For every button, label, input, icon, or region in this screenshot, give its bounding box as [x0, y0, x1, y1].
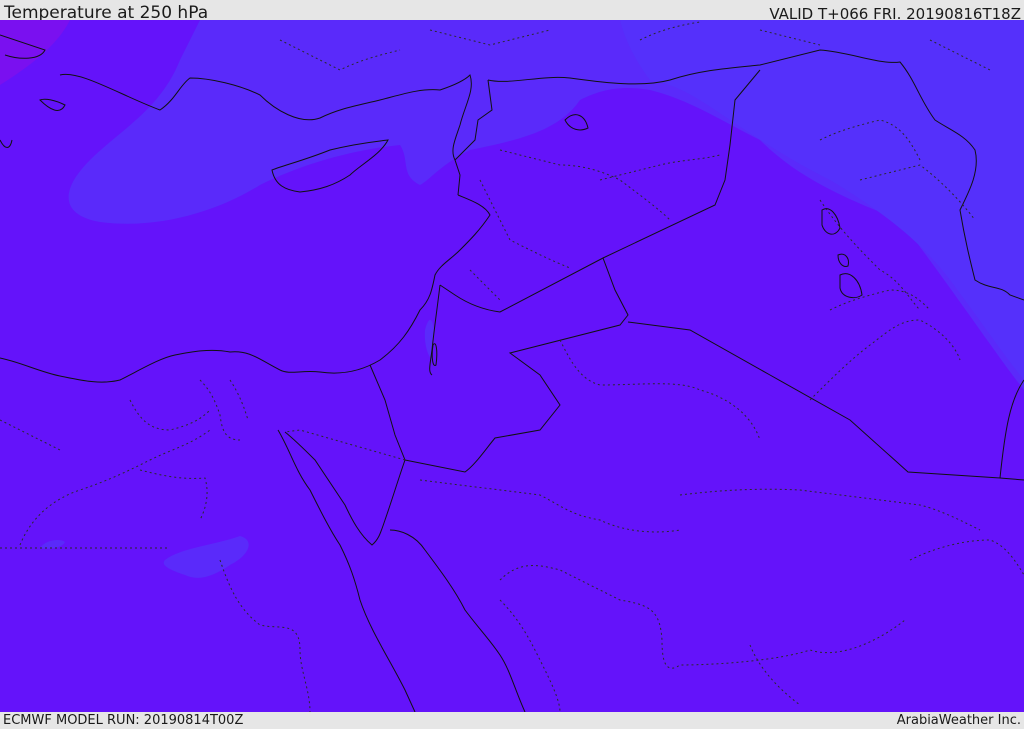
footer-bar: ECMWF MODEL RUN: 20190814T00Z ArabiaWeat…: [0, 712, 1024, 729]
model-run-label: ECMWF MODEL RUN: 20190814T00Z: [3, 713, 244, 728]
credit-label: ArabiaWeather Inc.: [896, 713, 1021, 728]
temperature-map[interactable]: [0, 20, 1024, 712]
header-bar: Temperature at 250 hPa VALID T+066 FRI. …: [0, 0, 1024, 23]
map-canvas: [0, 20, 1024, 712]
